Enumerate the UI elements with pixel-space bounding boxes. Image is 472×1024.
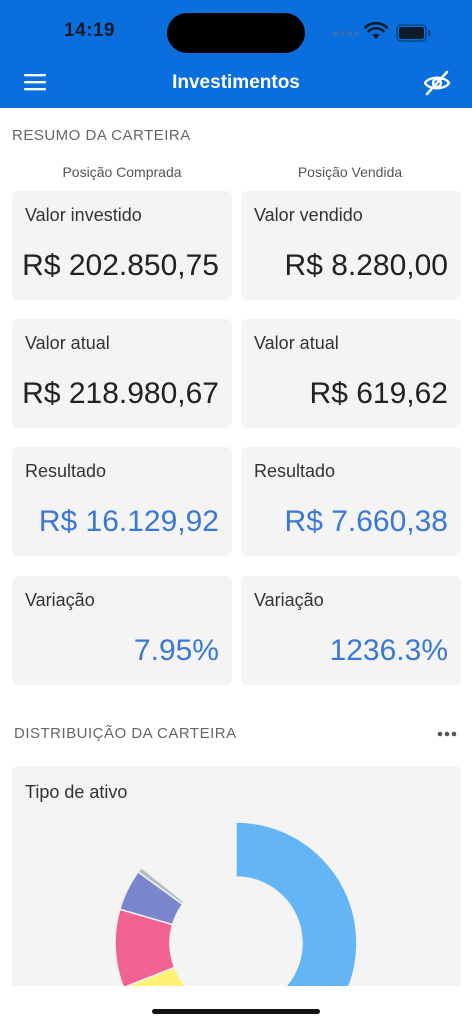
eye-off-icon[interactable]	[423, 70, 451, 96]
donut-slice-0	[235, 821, 358, 996]
card-label: Variação	[25, 590, 95, 610]
short-variation-card[interactable]: Variação 1236.3%	[241, 576, 461, 685]
short-result-card[interactable]: Resultado R$ 7.660,38	[241, 447, 461, 556]
card-value: R$ 619,62	[309, 377, 448, 410]
asset-type-card: Tipo de ativo	[12, 766, 461, 996]
card-label: Resultado	[25, 461, 107, 481]
card-value: R$ 8.280,00	[284, 249, 448, 282]
dynamic-island	[167, 13, 305, 53]
wifi-icon	[364, 22, 388, 39]
asset-type-donut-chart	[114, 821, 358, 996]
card-value: 1236.3%	[329, 634, 448, 667]
card-label: Variação	[254, 590, 324, 610]
long-result-card[interactable]: Resultado R$ 16.129,92	[12, 447, 232, 556]
long-variation-card[interactable]: Variação 7.95%	[12, 576, 232, 685]
battery-icon	[396, 24, 431, 42]
cellular-signal-icon	[334, 31, 359, 35]
top-app-bar: 14:19 Investimentos	[0, 0, 472, 108]
card-label: Valor atual	[254, 333, 339, 353]
invested-value-card[interactable]: Valor investido R$ 202.850,75	[12, 191, 232, 300]
home-indicator[interactable]	[152, 1009, 320, 1014]
long-position-heading: Posição Comprada	[62, 164, 182, 180]
card-label: Valor vendido	[254, 205, 363, 225]
card-label: Valor atual	[25, 333, 110, 353]
card-value: R$ 7.660,38	[284, 505, 448, 538]
short-current-value-card[interactable]: Valor atual R$ 619,62	[241, 319, 461, 428]
status-time: 14:19	[64, 20, 116, 41]
card-value: 7.95%	[133, 634, 219, 667]
card-label: Resultado	[254, 461, 336, 481]
summary-section-title: RESUMO DA CARTEIRA	[12, 127, 191, 144]
card-value: R$ 16.129,92	[38, 505, 219, 538]
more-options-icon[interactable]	[437, 730, 457, 738]
short-position-heading: Posição Vendida	[297, 164, 403, 180]
sold-value-card[interactable]: Valor vendido R$ 8.280,00	[241, 191, 461, 300]
long-current-value-card[interactable]: Valor atual R$ 218.980,67	[12, 319, 232, 428]
page-title: Investimentos	[172, 72, 300, 93]
card-value: R$ 202.850,75	[22, 249, 219, 282]
distribution-section-title: DISTRIBUIÇÃO DA CARTEIRA	[14, 725, 237, 742]
card-label: Valor investido	[25, 205, 142, 225]
card-value: R$ 218.980,67	[22, 377, 219, 410]
